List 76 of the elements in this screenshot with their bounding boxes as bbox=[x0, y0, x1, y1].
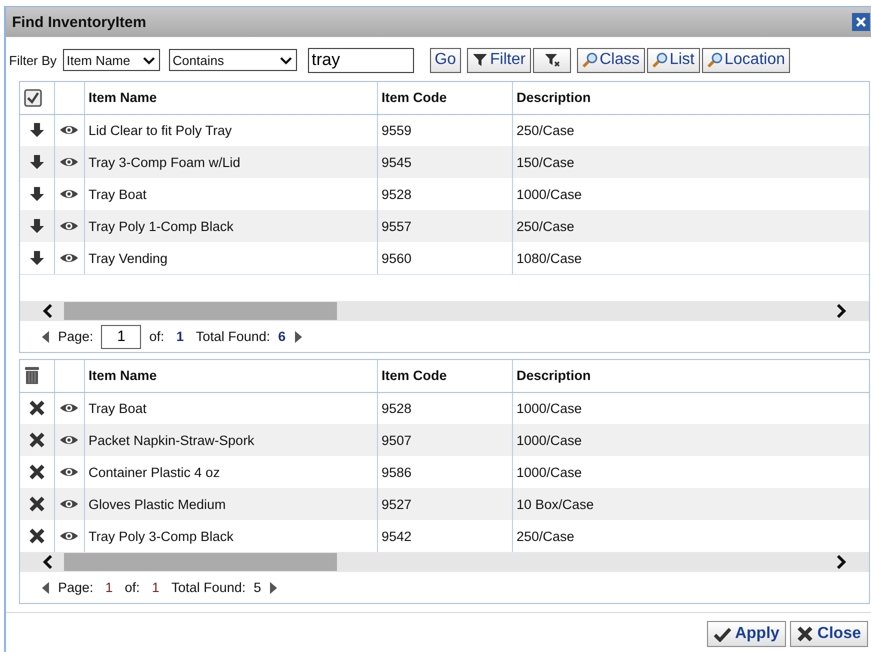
table-cell: 1080/Case bbox=[512, 242, 869, 274]
search-icon bbox=[582, 52, 598, 68]
filter-button[interactable]: Filter bbox=[467, 48, 531, 72]
page-number: 1 bbox=[105, 580, 113, 595]
go-button[interactable]: Go bbox=[430, 48, 462, 72]
scrollbar[interactable] bbox=[20, 552, 869, 572]
filter-label: Filter By bbox=[9, 52, 57, 68]
table-cell: Packet Napkin-Straw-Spork bbox=[84, 424, 377, 456]
total-count: 6 bbox=[278, 329, 286, 344]
table-cell: 10 Box/Case bbox=[512, 488, 869, 520]
column-header[interactable]: Item Name bbox=[84, 82, 377, 114]
search-icon bbox=[706, 52, 722, 68]
table-cell: 150/Case bbox=[512, 146, 869, 178]
table-cell: Tray Poly 1-Comp Black bbox=[84, 210, 377, 242]
page-field[interactable]: 1 bbox=[101, 324, 142, 348]
of-label: of: bbox=[124, 580, 140, 595]
filter-icon bbox=[472, 52, 488, 68]
table-cell: 9527 bbox=[377, 488, 512, 520]
caret-icon bbox=[142, 54, 156, 66]
next-page-icon[interactable] bbox=[294, 330, 304, 344]
lookup-button[interactable]: Location bbox=[702, 48, 790, 72]
table-cell: 1000/Case bbox=[512, 424, 869, 456]
page-count: 1 bbox=[176, 329, 184, 344]
previous-page-icon[interactable] bbox=[40, 580, 50, 594]
previous-page-icon[interactable] bbox=[40, 330, 50, 344]
table-cell: Tray Vending bbox=[84, 242, 377, 274]
table-cell: Tray 3-Comp Foam w/Lid bbox=[84, 146, 377, 178]
search-field[interactable]: tray bbox=[308, 48, 414, 72]
column-header[interactable]: Item Code bbox=[377, 360, 512, 392]
scrollbar-thumb[interactable] bbox=[64, 553, 337, 571]
total-label: Total Found: bbox=[171, 580, 246, 595]
scrollbar[interactable] bbox=[20, 301, 869, 321]
lookup-button[interactable]: List bbox=[646, 48, 700, 72]
table-cell: Gloves Plastic Medium bbox=[84, 488, 377, 520]
dropdown[interactable]: Contains bbox=[168, 49, 297, 71]
table-cell: 9545 bbox=[377, 146, 512, 178]
remove-icon[interactable] bbox=[28, 432, 45, 448]
remove-icon[interactable] bbox=[28, 464, 45, 480]
check-icon bbox=[714, 626, 731, 642]
search-icon bbox=[652, 52, 668, 68]
down-arrow-icon[interactable] bbox=[28, 250, 45, 266]
remove-icon[interactable] bbox=[28, 528, 45, 544]
dropdown[interactable]: Item Name bbox=[62, 49, 160, 71]
column-header[interactable]: Description bbox=[512, 82, 869, 114]
down-arrow-icon[interactable] bbox=[28, 218, 45, 234]
caret-icon bbox=[278, 54, 293, 66]
next-page-icon[interactable] bbox=[269, 580, 280, 594]
scrollbar-thumb[interactable] bbox=[64, 302, 337, 320]
close-button[interactable]: Close bbox=[790, 621, 868, 647]
total-label: Total Found: bbox=[196, 329, 270, 344]
down-arrow-icon[interactable] bbox=[28, 186, 45, 202]
x-icon bbox=[797, 626, 814, 642]
table-cell: 9557 bbox=[377, 210, 512, 242]
page-label: Page: bbox=[58, 580, 94, 595]
table-cell: 250/Case bbox=[512, 210, 869, 242]
close-icon[interactable] bbox=[852, 13, 870, 31]
checkbox[interactable] bbox=[24, 88, 42, 107]
total-count: 5 bbox=[254, 580, 262, 595]
remove-icon[interactable] bbox=[28, 496, 45, 512]
table-cell: 9507 bbox=[377, 424, 512, 456]
page-label: Page: bbox=[58, 329, 94, 344]
window-title: Find InventoryItem bbox=[12, 14, 146, 30]
down-arrow-icon[interactable] bbox=[28, 154, 45, 170]
column-header[interactable]: Item Code bbox=[377, 82, 512, 114]
column-header[interactable]: Item Name bbox=[84, 360, 377, 392]
clear-filter-button[interactable] bbox=[532, 48, 571, 72]
remove-icon[interactable] bbox=[28, 400, 45, 416]
column-header[interactable]: Description bbox=[512, 360, 869, 392]
of-label: of: bbox=[149, 329, 164, 344]
table-cell: 9560 bbox=[377, 242, 512, 274]
lookup-button[interactable]: Class bbox=[576, 48, 645, 72]
page-count: 1 bbox=[152, 580, 160, 595]
down-arrow-icon[interactable] bbox=[28, 122, 45, 138]
apply-button[interactable]: Apply bbox=[706, 621, 786, 647]
trash-icon[interactable] bbox=[24, 366, 40, 386]
clear-filter-icon bbox=[544, 52, 560, 68]
